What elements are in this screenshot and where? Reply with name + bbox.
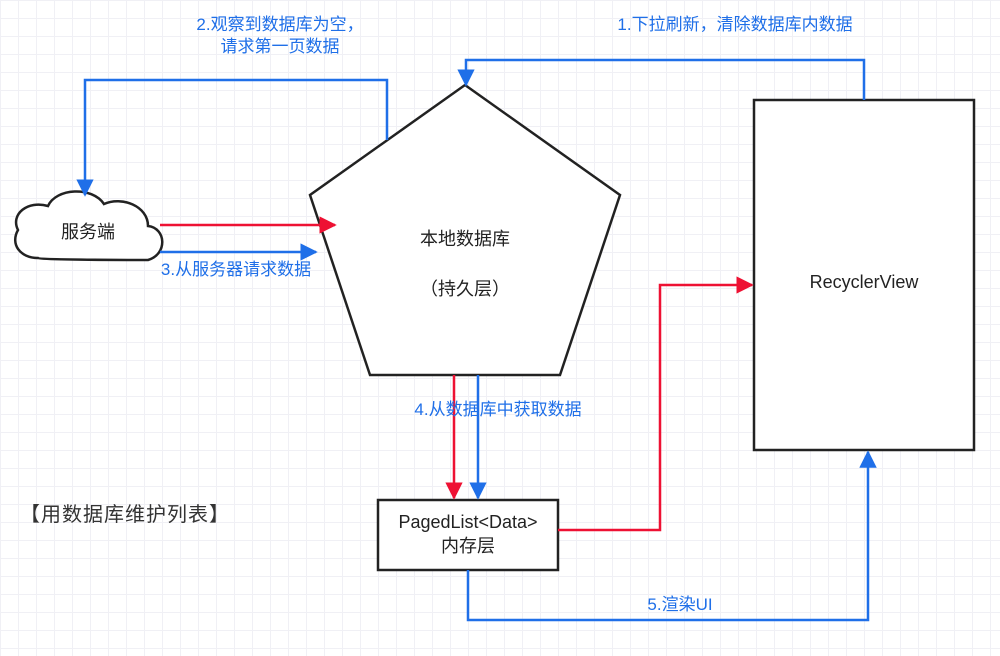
- recycler-label: RecyclerView: [810, 272, 920, 292]
- label-step5: 5.渲染UI: [647, 595, 712, 614]
- server-cloud: 服务端: [15, 191, 162, 260]
- label-step1: 1.下拉刷新，清除数据库内数据: [617, 15, 852, 34]
- paged-label-2: 内存层: [441, 536, 495, 556]
- label-step4: 4.从数据库中获取数据: [414, 400, 581, 419]
- db-label-1: 本地数据库: [420, 229, 510, 249]
- paged-label-1: PagedList<Data>: [398, 512, 537, 532]
- recyclerview-box: RecyclerView: [754, 100, 974, 450]
- caption: 【用数据库维护列表】: [20, 498, 230, 527]
- label-step3: 3.从服务器请求数据: [161, 260, 311, 279]
- label-step2a: 2.观察到数据库为空，: [196, 15, 363, 34]
- server-label: 服务端: [61, 222, 115, 242]
- label-step2b: 请求第一页数据: [221, 37, 340, 56]
- local-db-pentagon: 本地数据库 （持久层）: [310, 85, 620, 375]
- diagram-svg: 服务端 本地数据库 （持久层） PagedList<Data> 内存层 Recy…: [0, 0, 1000, 656]
- arrow-step1: [466, 60, 864, 100]
- pagedlist-box: PagedList<Data> 内存层: [378, 500, 558, 570]
- arrow-paged-to-recycler-red: [558, 285, 752, 530]
- db-label-2: （持久层）: [420, 279, 510, 299]
